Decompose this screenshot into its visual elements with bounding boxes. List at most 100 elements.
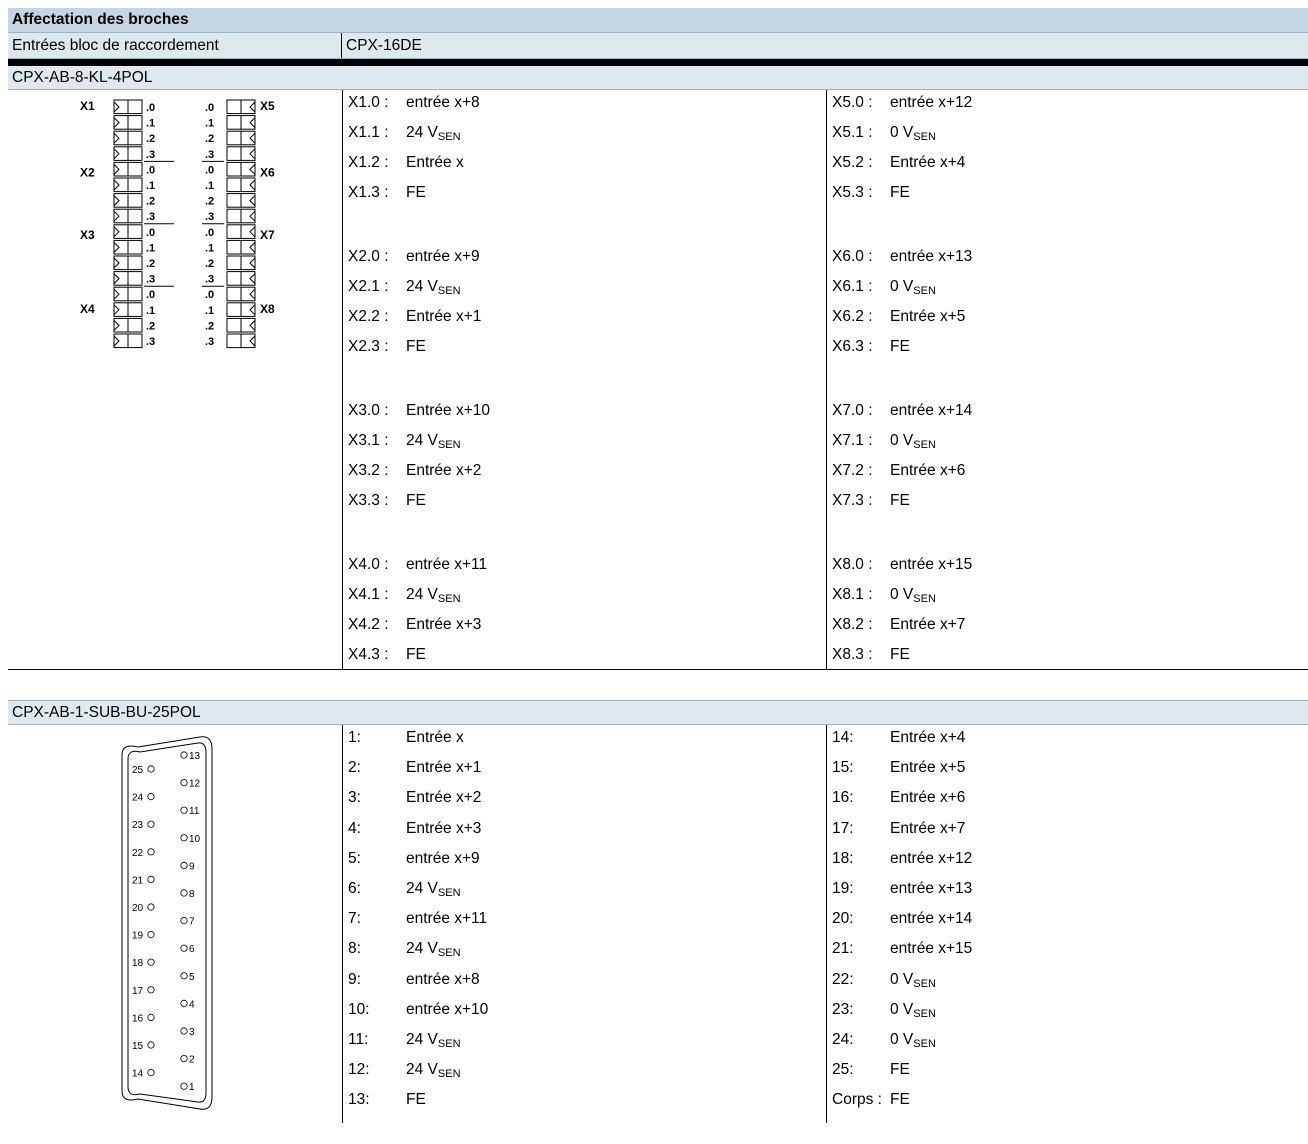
pin-code: X5.2 : — [832, 154, 873, 171]
pin-number: 22 — [132, 848, 144, 859]
terminal-label: X7 — [260, 228, 275, 242]
pin-number: 2 — [189, 1055, 195, 1066]
separator — [8, 59, 1308, 66]
pin-assignment: X7.1 : 0 VSEN — [832, 432, 936, 451]
pin-number: 25 — [132, 765, 144, 776]
pin-assignment: X6.2 : Entrée x+5 — [832, 308, 965, 326]
pin-assignment: 4: Entrée x+3 — [348, 820, 481, 838]
terminal-label: X1 — [80, 99, 95, 113]
pin-function: 0 V — [890, 586, 914, 603]
pin-index-label: .2 — [205, 258, 214, 270]
pin-assignment: 24: 0 VSEN — [832, 1031, 936, 1050]
pin-function: 24 V — [406, 1061, 438, 1079]
pin-function: 24 V — [406, 586, 438, 603]
pin-function: FE — [890, 338, 910, 355]
pin-assignment: X4.1 : 24 VSEN — [348, 586, 461, 605]
divider — [342, 90, 343, 669]
pin-assignment: X1.2 : Entrée x — [348, 154, 464, 172]
pin-code: X1.3 : — [348, 184, 389, 201]
pin-code: 11: — [348, 1031, 369, 1048]
pin-index-label: .3 — [205, 149, 214, 161]
pin-index-label: .0 — [205, 164, 214, 176]
pin-function: Entrée x+6 — [890, 462, 966, 479]
pin-code: 13: — [348, 1091, 370, 1109]
terminal-label: X8 — [260, 302, 275, 316]
pin-function: entrée x+13 — [890, 880, 973, 897]
pin-assignment: X5.0 : entrée x+12 — [832, 94, 972, 112]
pin-assignment: X8.1 : 0 VSEN — [832, 586, 936, 605]
pin-index-label: .0 — [146, 289, 155, 301]
module-value: CPX-16DE — [346, 37, 422, 54]
terminal-block-diagram: .0 .0 .1 .1 .2 .2 .3 .3 .0 .0 .1 .1 .2 .2 .3 .3 .0 .0 .1 .1… — [80, 99, 275, 349]
pin-code: 7: — [348, 910, 361, 928]
pin-code: X7.2 : — [832, 462, 873, 479]
pin-assignment: X2.3 : FE — [348, 338, 426, 356]
pin-function: Entrée x — [406, 729, 464, 746]
pin-index-label: .1 — [205, 180, 214, 192]
pin-number: 5 — [189, 972, 195, 983]
pin-number: 24 — [132, 793, 144, 804]
pin-assignment: 19: entrée x+13 — [832, 880, 972, 898]
pin-code: 16: — [832, 789, 854, 807]
pin-code: X8.3 : — [832, 646, 873, 663]
pin-assignment: X6.1 : 0 VSEN — [832, 278, 936, 297]
pin-code: X4.2 : — [348, 616, 389, 633]
terminal-label: X6 — [260, 165, 275, 179]
pin-assignment: X2.2 : Entrée x+1 — [348, 308, 481, 326]
pin-index-label: .3 — [146, 149, 155, 161]
pin-function: entrée x+8 — [406, 970, 480, 988]
pin-number: 7 — [189, 917, 195, 928]
pin-code: 20: — [832, 910, 854, 928]
pin-function: 24 V — [406, 278, 438, 295]
pin-assignment: 6: 24 VSEN — [348, 880, 461, 899]
pin-function: FE — [890, 184, 910, 201]
pin-code: X8.2 : — [832, 616, 873, 633]
pin-code: 1: — [348, 729, 361, 746]
pin-assignment: X1.0 : entrée x+8 — [348, 94, 480, 112]
terminal-label: X5 — [260, 99, 275, 113]
pin-code: X4.1 : — [348, 586, 389, 603]
pin-assignment: 18: entrée x+12 — [832, 850, 972, 868]
pin-index-label: .2 — [146, 258, 155, 270]
pin-number: 1 — [189, 1082, 195, 1093]
pin-code: 25: — [832, 1061, 854, 1079]
pin-function: 0 V — [890, 1031, 914, 1048]
pin-function: FE — [890, 1061, 910, 1079]
pin-code: X4.3 : — [348, 646, 389, 663]
pin-assignment: 15: Entrée x+5 — [832, 759, 965, 777]
pin-index-label: .0 — [146, 102, 155, 114]
pin-function: Entrée x+3 — [406, 616, 482, 633]
pin-index-label: .0 — [146, 227, 155, 239]
pin-code: X1.0 : — [348, 94, 389, 111]
pin-function: 0 V — [890, 970, 914, 988]
pin-function-subscript: SEN — [913, 285, 936, 297]
pin-function: Entrée x+7 — [890, 819, 966, 837]
pin-code: X5.3 : — [832, 184, 873, 201]
dsub-connector-diagram: 1312111098765432125242322212019181716151… — [121, 736, 213, 1110]
pin-function: entrée x+14 — [890, 910, 973, 928]
pin-assignment: X3.3 : FE — [348, 492, 426, 510]
divider — [826, 90, 827, 669]
pin-index-label: .1 — [205, 118, 214, 130]
pin-number: 20 — [132, 903, 144, 914]
pin-function: FE — [406, 184, 426, 201]
pin-function: Entrée x+2 — [406, 462, 482, 479]
pin-assignment: 14: Entrée x+4 — [832, 729, 965, 747]
pin-index-label: .0 — [146, 164, 155, 176]
pin-code: 12: — [348, 1061, 370, 1079]
pin-assignment: 11: 24 VSEN — [348, 1031, 461, 1050]
pin-function: entrée x+15 — [890, 940, 973, 958]
pin-function: Entrée x — [406, 154, 464, 171]
pin-function: Entrée x+1 — [406, 308, 482, 325]
pin-code: X3.0 : — [348, 402, 389, 419]
pin-assignment: X6.0 : entrée x+13 — [832, 248, 972, 266]
pin-assignment: X2.0 : entrée x+9 — [348, 248, 480, 266]
divider — [826, 725, 827, 1123]
pin-code: 9: — [348, 970, 361, 988]
pin-index-label: .2 — [146, 196, 155, 208]
pin-function: Entrée x+7 — [890, 616, 966, 633]
pin-code: X6.3 : — [832, 338, 873, 355]
pin-assignment: 13: FE — [348, 1091, 426, 1109]
pin-function-subscript: SEN — [913, 1007, 936, 1020]
pin-function: entrée x+14 — [890, 402, 973, 419]
